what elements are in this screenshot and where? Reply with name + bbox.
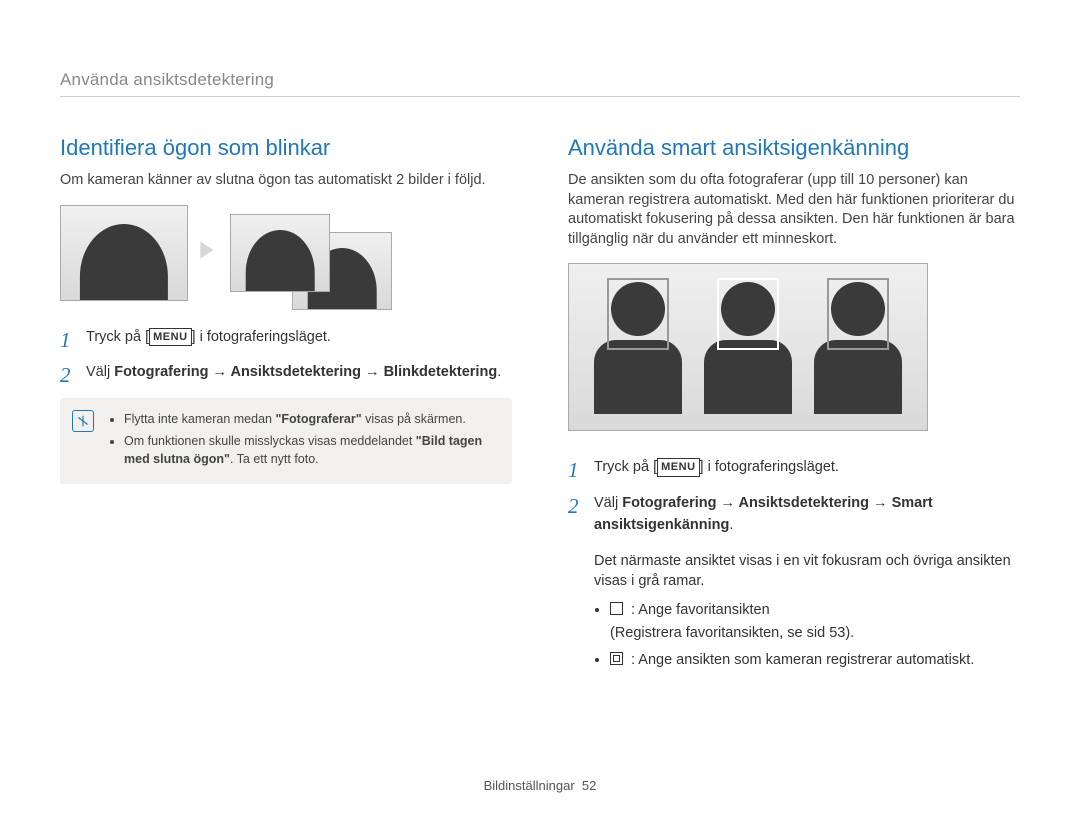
page-footer: Bildinställningar 52	[0, 778, 1080, 793]
step-number-1: 1	[60, 325, 71, 357]
left-step2-bold: Fotografering → Ansiktsdetektering → Bli…	[114, 364, 497, 380]
square-double-icon	[610, 652, 623, 665]
right-after: Det närmaste ansiktet visas i en vit fok…	[594, 551, 1020, 592]
left-step2-pre: Välj	[86, 364, 114, 380]
person-1	[593, 282, 683, 412]
note1-post: visas på skärmen.	[362, 412, 466, 426]
note1-quote: "Fotograferar"	[275, 412, 361, 426]
arrow-right-icon	[196, 237, 222, 268]
right-title: Använda smart ansiktsigenkänning	[568, 135, 1020, 161]
note-item-1: Flytta inte kameran medan "Fotograferar"…	[124, 410, 498, 428]
breadcrumb: Använda ansiktsdetektering	[60, 70, 1020, 97]
menu-button-label: MENU	[657, 458, 699, 477]
step-number-2: 2	[60, 360, 71, 392]
thumb-eyes-closed	[60, 205, 188, 301]
left-step1-pre: Tryck på [	[86, 329, 149, 345]
right-step-1: 1 Tryck på [MENU] i fotograferingsläget.	[568, 457, 1020, 479]
right-intro: De ansikten som du ofta fotograferar (up…	[568, 171, 1020, 249]
symbol-item-favorite: : Ange favoritansikten (Registrera favor…	[610, 599, 1020, 645]
symbol-item-auto: : Ange ansikten som kameran registrerar …	[610, 649, 1020, 672]
note-item-2: Om funktionen skulle misslyckas visas me…	[124, 432, 498, 468]
footer-page: 52	[582, 778, 596, 793]
person-3	[813, 282, 903, 412]
left-step1-post: ] i fotograferingsläget.	[192, 329, 331, 345]
note2-pre: Om funktionen skulle misslyckas visas me…	[124, 434, 416, 448]
right-column: Använda smart ansiktsigenkänning De ansi…	[568, 135, 1020, 677]
thumb-result-1	[230, 214, 330, 292]
sym1-text: : Ange favoritansikten	[627, 602, 770, 618]
square-icon	[610, 602, 623, 615]
note-box: Flytta inte kameran medan "Fotograferar"…	[60, 398, 512, 484]
right-step1-post: ] i fotograferingsläget.	[700, 459, 839, 475]
group-illustration	[568, 263, 928, 431]
right-step2-pre: Välj	[594, 495, 622, 511]
right-step-2: 2 Välj Fotografering → Ansiktsdetekterin…	[568, 493, 1020, 537]
left-step2-post: .	[497, 364, 501, 380]
note-icon	[72, 410, 94, 432]
person-2	[703, 282, 793, 412]
note2-post: . Ta ett nytt foto.	[230, 452, 319, 466]
sym2-text: : Ange ansikten som kameran registrerar …	[627, 652, 974, 668]
right-step1-pre: Tryck på [	[594, 459, 657, 475]
footer-label: Bildinställningar	[484, 778, 575, 793]
left-step-2: 2 Välj Fotografering → Ansiktsdetekterin…	[60, 362, 512, 384]
note1-pre: Flytta inte kameran medan	[124, 412, 275, 426]
menu-button-label: MENU	[149, 328, 191, 347]
left-intro: Om kameran känner av slutna ögon tas aut…	[60, 171, 512, 191]
left-title: Identifiera ögon som blinkar	[60, 135, 512, 161]
step-number-2: 2	[568, 491, 579, 523]
right-step2-bold: Fotografering → Ansiktsdetektering → Sma…	[594, 495, 933, 533]
left-column: Identifiera ögon som blinkar Om kameran …	[60, 135, 512, 677]
step-number-1: 1	[568, 455, 579, 487]
left-step-1: 1 Tryck på [MENU] i fotograferingsläget.	[60, 327, 512, 349]
sym1-sub: (Registrera favoritansikten, se sid 53).	[610, 625, 854, 641]
right-step2-post: .	[729, 517, 733, 533]
blink-illustration	[60, 205, 512, 301]
